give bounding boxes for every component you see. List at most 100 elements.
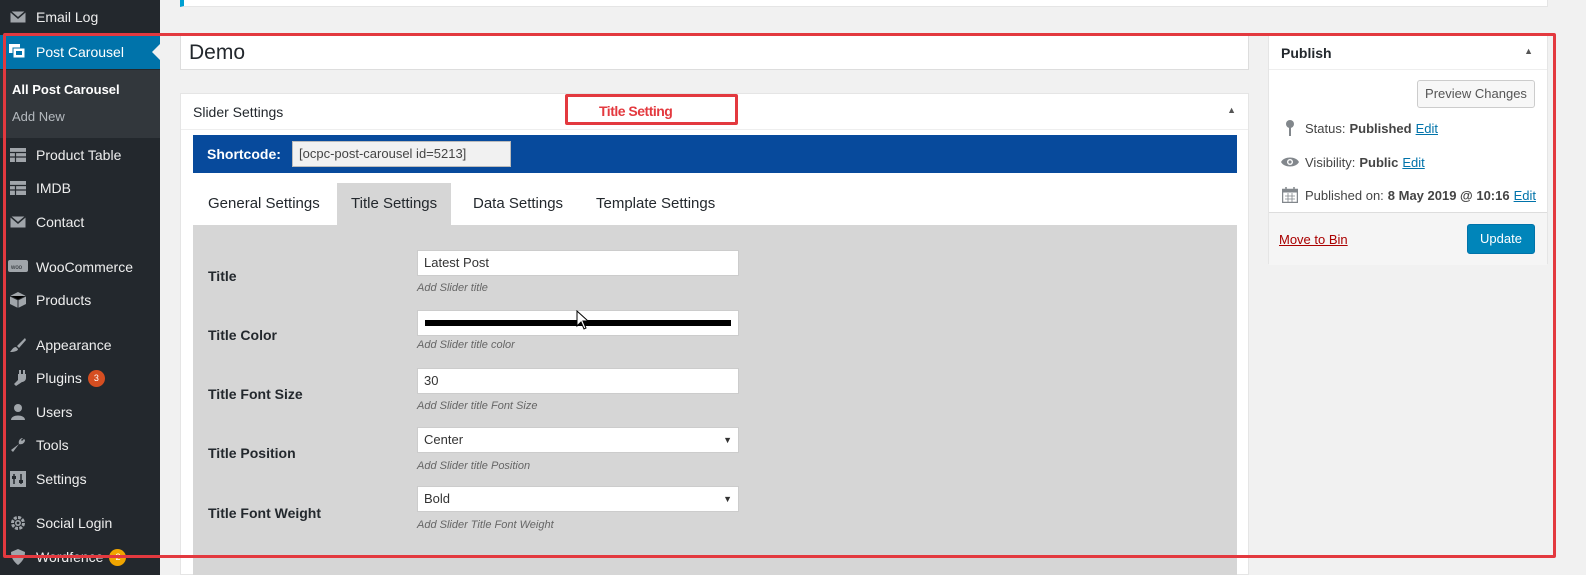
- tab-data-settings[interactable]: Data Settings: [459, 183, 577, 225]
- visibility-label: Visibility:: [1305, 154, 1356, 170]
- gear-icon: [8, 513, 28, 533]
- sidebar-item-plugins[interactable]: Plugins 3: [0, 361, 160, 395]
- sidebar-item-label: Plugins: [36, 370, 82, 386]
- font-size-help: Add Slider title Font Size: [417, 400, 538, 412]
- sidebar-item-wordfence[interactable]: Wordfence 2: [0, 540, 160, 574]
- sidebar-item-label: Appearance: [36, 337, 112, 353]
- tab-template-settings[interactable]: Template Settings: [582, 183, 729, 225]
- published-on-row: Published on: 8 May 2019 @ 10:16 Edit: [1281, 186, 1536, 204]
- post-title-input[interactable]: Demo: [180, 35, 1249, 70]
- calendar-icon: [1281, 186, 1299, 204]
- font-size-input[interactable]: 30: [417, 368, 739, 394]
- notice-box: [180, 0, 1548, 7]
- sidebar-item-label: Tools: [36, 437, 69, 453]
- visibility-row: Visibility: Public Edit: [1281, 153, 1425, 171]
- publish-box: Publish ▲ Preview Changes Status: Publis…: [1268, 35, 1548, 265]
- edit-status-link[interactable]: Edit: [1416, 121, 1438, 136]
- plugins-update-badge: 3: [87, 369, 105, 387]
- publish-title: Publish: [1281, 45, 1332, 61]
- carousel-icon: [8, 42, 28, 62]
- sidebar-item-contact[interactable]: Contact: [0, 205, 160, 239]
- shortcode-field[interactable]: [ocpc-post-carousel id=5213]: [292, 141, 511, 167]
- move-to-bin-link[interactable]: Move to Bin: [1279, 232, 1348, 247]
- sidebar-item-appearance[interactable]: Appearance: [0, 328, 160, 362]
- collapse-toggle-icon[interactable]: ▲: [1524, 46, 1533, 56]
- sidebar-item-product-table[interactable]: Product Table: [0, 138, 160, 172]
- annotation-callout: Title Setting: [565, 94, 738, 125]
- title-help: Add Slider title: [417, 282, 488, 294]
- mail-icon: [8, 212, 28, 232]
- position-label: Title Position: [208, 445, 296, 461]
- eye-icon: [1281, 153, 1299, 171]
- slider-settings-box: Slider Settings ▲ Shortcode: [ocpc-post-…: [180, 93, 1249, 575]
- collapse-toggle-icon[interactable]: ▲: [1227, 105, 1236, 115]
- font-weight-help: Add Slider Title Font Weight: [417, 519, 554, 531]
- sidebar-item-email-log[interactable]: Email Log: [0, 0, 160, 34]
- sidebar-item-post-carousel[interactable]: Post Carousel: [0, 35, 160, 69]
- font-size-label: Title Font Size: [208, 386, 303, 402]
- position-value: Center: [424, 432, 464, 447]
- sidebar-item-label: Users: [36, 404, 73, 420]
- status-row: Status: Published Edit: [1281, 119, 1438, 137]
- user-icon: [8, 402, 28, 422]
- title-label: Title: [208, 268, 237, 284]
- settings-icon: [8, 469, 28, 489]
- sidebar-item-label: Contact: [36, 214, 85, 230]
- tab-title-settings[interactable]: Title Settings: [337, 183, 452, 225]
- publish-header[interactable]: Publish ▲: [1269, 36, 1547, 70]
- status-value: Published: [1349, 120, 1412, 136]
- submenu-all-post-carousel[interactable]: All Post Carousel: [12, 82, 120, 97]
- wrench-icon: [8, 435, 28, 455]
- plug-icon: [8, 368, 28, 388]
- font-weight-value: Bold: [424, 491, 451, 506]
- sidebar-item-users[interactable]: Users: [0, 395, 160, 429]
- status-label: Status:: [1305, 120, 1346, 136]
- woo-icon: woo: [8, 257, 28, 277]
- preview-changes-button[interactable]: Preview Changes: [1417, 80, 1535, 108]
- edit-visibility-link[interactable]: Edit: [1402, 155, 1424, 170]
- published-on-value: 8 May 2019 @ 10:16: [1387, 187, 1510, 203]
- position-select[interactable]: Center ▼: [417, 427, 739, 453]
- sidebar-item-imdb[interactable]: IMDB: [0, 171, 160, 205]
- wordfence-badge: 2: [109, 548, 127, 566]
- sidebar-item-label: IMDB: [36, 180, 71, 196]
- table-icon: [8, 145, 28, 165]
- position-help: Add Slider title Position: [417, 460, 531, 472]
- sidebar-item-label: Social Login: [36, 515, 113, 531]
- chevron-down-icon: ▼: [723, 494, 732, 504]
- sidebar-item-tools[interactable]: Tools: [0, 428, 160, 462]
- sidebar-item-woocommerce[interactable]: woo WooCommerce: [0, 250, 160, 284]
- sidebar-item-label: Settings: [36, 471, 87, 487]
- title-color-help: Add Slider title color: [417, 339, 515, 351]
- svg-text:woo: woo: [10, 265, 23, 271]
- brush-icon: [8, 335, 28, 355]
- tab-general-settings[interactable]: General Settings: [194, 183, 334, 225]
- annotation-text: Title Setting: [599, 103, 673, 119]
- shortcode-label: Shortcode:: [207, 146, 281, 162]
- shield-icon: [8, 547, 28, 567]
- sidebar-item-settings[interactable]: Settings: [0, 462, 160, 496]
- update-button[interactable]: Update: [1467, 224, 1535, 254]
- sidebar-item-social-login[interactable]: Social Login: [0, 506, 160, 540]
- table-icon: [8, 178, 28, 198]
- title-input[interactable]: Latest Post: [417, 250, 739, 276]
- slider-settings-title: Slider Settings: [193, 104, 284, 120]
- visibility-value: Public: [1359, 154, 1399, 170]
- box-icon: [8, 290, 28, 310]
- font-weight-select[interactable]: Bold ▼: [417, 486, 739, 512]
- sidebar-item-label: Wordfence: [36, 549, 104, 565]
- chevron-down-icon: ▼: [723, 435, 732, 445]
- font-weight-label: Title Font Weight: [208, 505, 322, 521]
- admin-sidebar: Email Log Post Carousel All Post Carouse…: [0, 0, 160, 575]
- sidebar-item-label: Post Carousel: [36, 44, 124, 60]
- sidebar-item-label: Product Table: [36, 147, 122, 163]
- sidebar-item-label: Products: [36, 292, 92, 308]
- sidebar-item-label: Email Log: [36, 9, 99, 25]
- mail-icon: [8, 7, 28, 27]
- submenu-add-new[interactable]: Add New: [12, 109, 65, 124]
- sidebar-item-products[interactable]: Products: [0, 283, 160, 317]
- pin-icon: [1281, 119, 1299, 137]
- edit-date-link[interactable]: Edit: [1514, 188, 1536, 203]
- title-settings-panel: Title Latest Post Add Slider title Title…: [193, 225, 1237, 575]
- published-on-label: Published on:: [1305, 187, 1384, 203]
